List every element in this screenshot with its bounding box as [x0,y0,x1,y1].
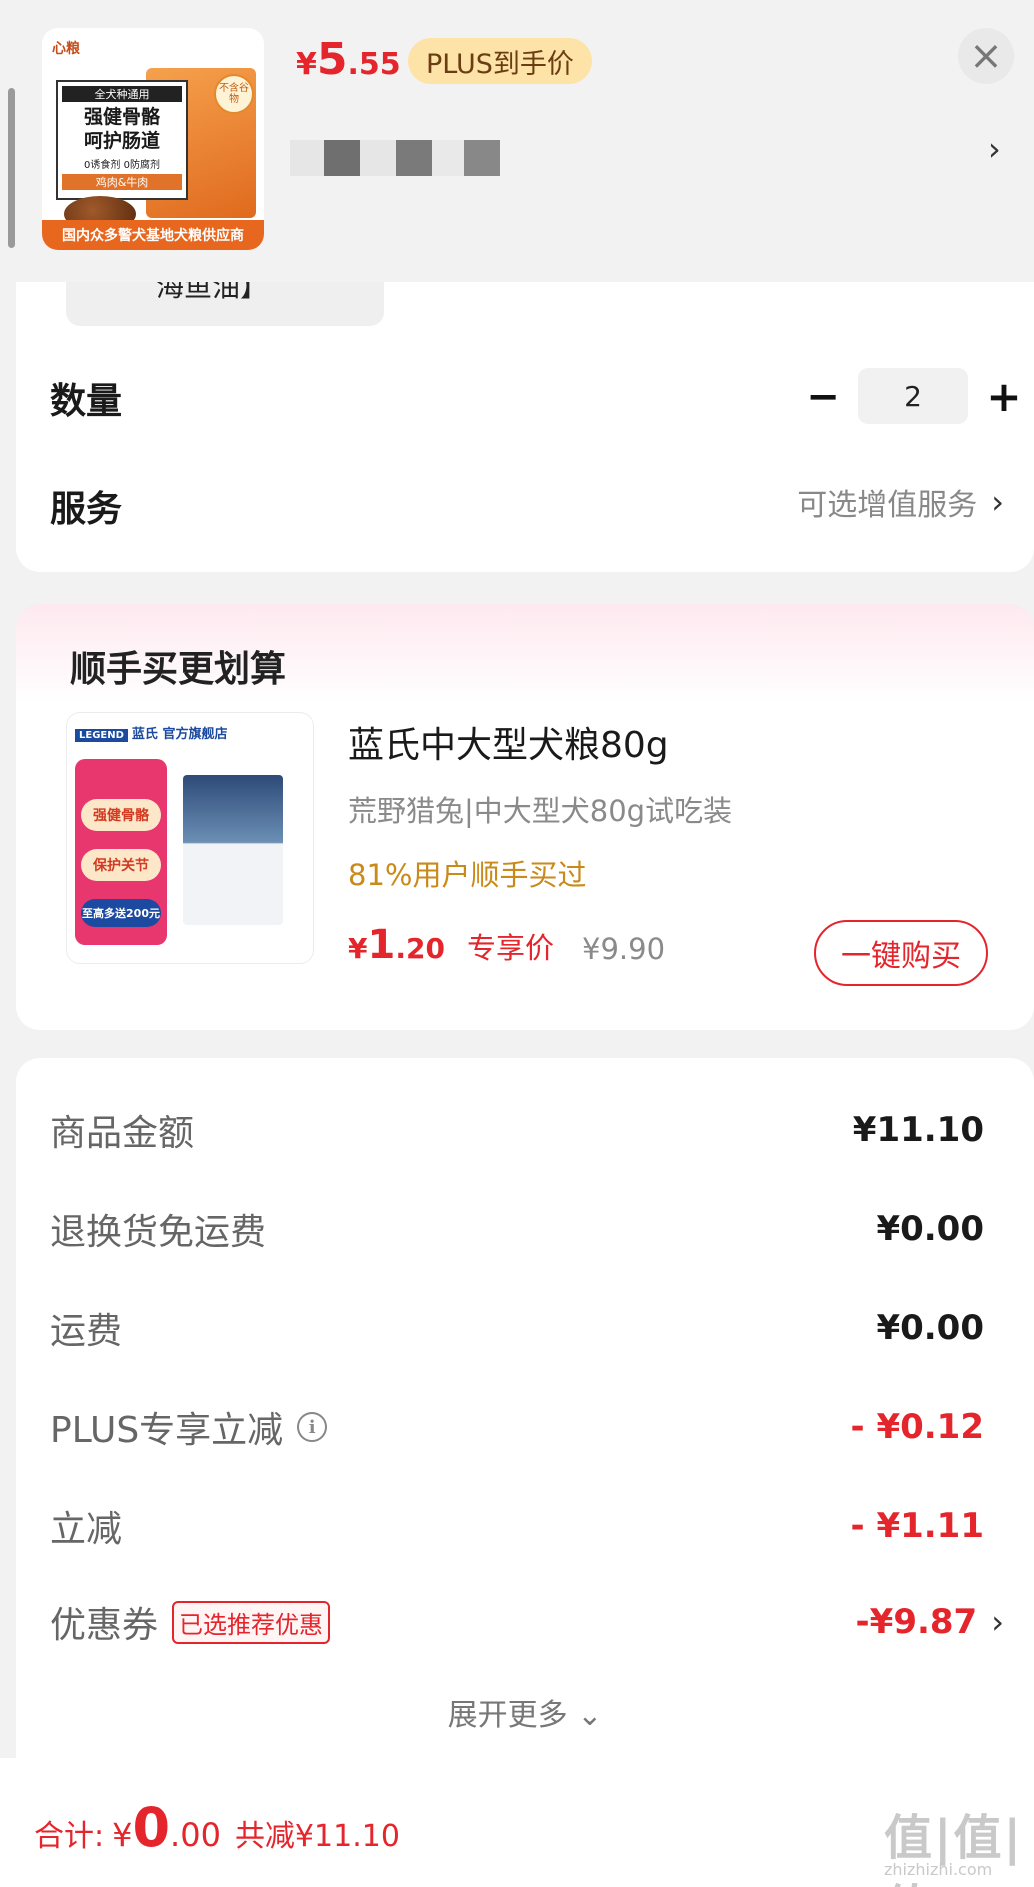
order-options-card: 海鱼油】 数量 − 2 + 服务 可选增值服务 › [16,282,1034,572]
fee-label: PLUS专享立减 [50,1410,284,1451]
watermark-url: zhizhizhi.com [884,1860,993,1879]
one-click-buy-button[interactable]: 一键购买 [814,920,988,986]
coupon-value: -¥9.87 › [856,1602,1004,1642]
bundle-image-tag: 保护关节 [81,849,161,881]
thumbnail-brand: 心粮 [52,41,80,57]
bundle-price: ¥ 1 .20 专享价 [348,922,554,968]
fee-row-plus-discount: PLUS专享立减 i - ¥0.12 [50,1397,984,1457]
fee-row-return-shipping: 退换货免运费 ¥0.00 [50,1199,984,1259]
thumbnail-line4: 鸡肉&牛肉 [62,174,182,190]
total-label: 合计: [34,1819,105,1854]
bundle-image-logo: LEGEND [75,729,128,742]
thumbnail-badge: 不含谷物 [214,74,254,114]
bundle-title: 顺手买更划算 [70,649,287,690]
fee-value: -¥9.87 [855,1602,978,1642]
chevron-right-icon[interactable]: › [988,130,1001,168]
quantity-plus-button[interactable]: + [986,372,1022,421]
bundle-price-tag: 专享价 [466,931,554,965]
fee-value: - ¥1.11 [850,1506,985,1546]
product-header: 心粮 不含谷物 全犬种通用 强健骨骼 呵护肠道 0诱食剂 0防腐剂 鸡肉&牛肉 … [0,0,1034,282]
price-breakdown-card: 商品金额 ¥11.10 退换货免运费 ¥0.00 运费 ¥0.00 PLUS专享… [16,1058,1034,1758]
bundle-product-image[interactable]: LEGEND 蓝氏 官方旗舰店 强健骨骼 保护关节 至高多送200元 [66,712,314,964]
thumbnail-line1: 全犬种通用 [62,86,182,102]
chevron-right-icon: › [991,483,1004,521]
quantity-label: 数量 [50,381,123,422]
close-icon: × [969,33,1003,79]
header-price-dec: .55 [347,47,401,82]
total-dec: .00 [170,1816,221,1854]
bundle-product-subtitle: 荒野猎兔|中大型犬80g试吃装 [348,794,733,828]
fee-row-coupon[interactable]: 优惠券 已选推荐优惠 -¥9.87 › [50,1592,1004,1652]
total-saved: 共减¥11.10 [234,1819,400,1854]
bundle-price-int: 1 [367,922,396,968]
close-button[interactable]: × [958,28,1014,84]
plus-price-badge: PLUS到手价 [408,38,592,84]
expand-more-button[interactable]: 展开更多 ⌄ [16,1690,1034,1734]
bundle-image-store-name: 蓝氏 官方旗舰店 [131,727,228,742]
spec-chip[interactable]: 海鱼油】 [66,282,384,326]
quantity-minus-button[interactable]: − [806,374,840,420]
bundle-recommendation-card: 顺手买更划算 LEGEND 蓝氏 官方旗舰店 强健骨骼 保护关节 至高多送200元… [16,604,1034,1030]
fee-row-shipping: 运费 ¥0.00 [50,1298,984,1358]
chevron-right-icon: › [991,1603,1004,1641]
fee-label: 运费 [50,1311,123,1352]
bundle-bought-stat: 81%用户顺手买过 [348,858,587,892]
bundle-image-tag: 至高多送200元 [81,899,161,927]
thumbnail-label-box: 全犬种通用 强健骨骼 呵护肠道 0诱食剂 0防腐剂 鸡肉&牛肉 [56,80,188,200]
bundle-image-bag-graphic [183,775,283,925]
fee-label: 商品金额 [50,1113,195,1154]
bundle-product-name[interactable]: 蓝氏中大型犬粮80g [348,716,669,768]
selected-spec-blurred[interactable] [290,140,500,176]
bundle-price-dec: .20 [395,932,445,965]
service-selector[interactable]: 可选增值服务 › [797,480,1004,524]
fee-label-with-info: PLUS专享立减 i [50,1401,328,1453]
bundle-price-currency: ¥ [348,932,368,965]
bundle-image-store: LEGEND 蓝氏 官方旗舰店 [75,723,227,742]
info-icon[interactable]: i [297,1412,328,1442]
fee-label: 立减 [50,1509,123,1550]
total-currency: ¥ [112,1816,133,1854]
total-int: 0 [132,1796,171,1859]
checkout-bar: 合计: ¥ 0 .00 共减¥11.10 值|值|值 zhizhizhi.com [0,1758,1034,1887]
fee-label: 退换货免运费 [50,1212,267,1253]
scroll-indicator[interactable] [8,88,15,248]
thumbnail-line2a: 强健骨骼 [83,106,160,128]
fee-label: 优惠券 [50,1605,159,1646]
bundle-image-promo-panel: 强健骨骼 保护关节 至高多送200元 [75,759,167,945]
coupon-recommended-tag: 已选推荐优惠 [172,1600,331,1644]
header-price-currency: ¥ [296,47,317,82]
product-thumbnail[interactable]: 心粮 不含谷物 全犬种通用 强健骨骼 呵护肠道 0诱食剂 0防腐剂 鸡肉&牛肉 … [42,28,264,250]
spec-chip-label: 海鱼油】 [156,282,269,303]
fee-row-instant-discount: 立减 - ¥1.11 [50,1496,984,1556]
service-label: 服务 [50,489,123,530]
header-price: ¥ 5 .55 [296,34,401,85]
thumbnail-line3: 0诱食剂 0防腐剂 [84,160,160,171]
thumbnail-footer: 国内众多警犬基地犬粮供应商 [42,220,264,250]
thumbnail-line2b: 呵护肠道 [83,130,160,152]
quantity-input[interactable]: 2 [858,368,968,424]
bundle-image-tag: 强健骨骼 [81,799,161,831]
fee-value: ¥11.10 [852,1110,984,1150]
service-value: 可选增值服务 [797,488,978,523]
fee-value: - ¥0.12 [850,1407,985,1447]
fee-label-with-tag: 优惠券 已选推荐优惠 [50,1596,331,1648]
fee-value: ¥0.00 [876,1308,984,1348]
order-total: 合计: ¥ 0 .00 共减¥11.10 [34,1796,400,1859]
fee-value: ¥0.00 [876,1209,984,1249]
fee-row-goods: 商品金额 ¥11.10 [50,1100,984,1160]
header-price-int: 5 [316,34,348,85]
bundle-original-price: ¥9.90 [582,932,666,966]
